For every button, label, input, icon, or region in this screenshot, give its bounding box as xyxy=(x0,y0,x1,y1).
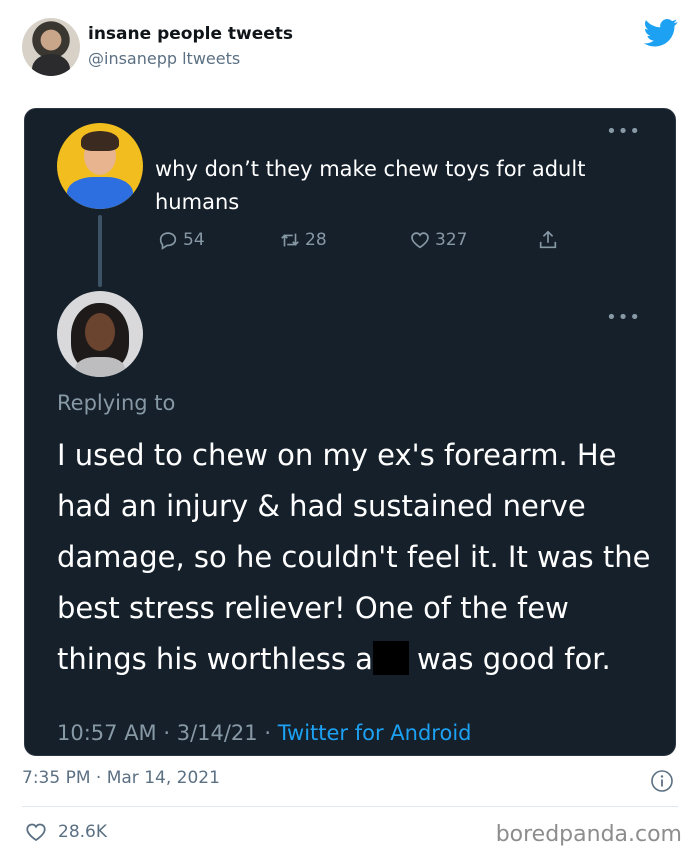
reply-button[interactable]: 54 xyxy=(157,229,205,251)
like-button[interactable]: 327 xyxy=(409,229,467,251)
replying-to-label: Replying to xyxy=(57,391,176,415)
embedded-screenshot-card: ••• why don’t they make chew toys for ad… xyxy=(24,108,676,756)
original-tweet-text: why don’t they make chew toys for adult … xyxy=(155,157,586,214)
reply-icon xyxy=(159,232,177,250)
reply-text-part-2: was good for. xyxy=(416,642,611,676)
share-button[interactable] xyxy=(537,229,559,251)
retweet-count: 28 xyxy=(305,230,327,250)
share-icon xyxy=(539,230,557,249)
divider xyxy=(22,806,678,807)
tweet-timestamp[interactable]: 7:35 PM · Mar 14, 2021 xyxy=(22,768,220,788)
like-summary[interactable]: 28.6K xyxy=(24,820,107,844)
retweet-icon xyxy=(281,233,299,247)
retweet-button[interactable]: 28 xyxy=(279,229,327,251)
heart-icon xyxy=(411,232,429,249)
original-tweet-avatar[interactable] xyxy=(57,123,143,209)
reply-text-part-1: I used to chew on my ex's forearm. He ha… xyxy=(57,438,651,676)
reply-tweet-meta: 10:57 AM · 3/14/21 · Twitter for Android xyxy=(57,721,472,745)
avatar[interactable] xyxy=(22,18,80,76)
reply-tweet-avatar[interactable] xyxy=(57,291,143,377)
censor-block xyxy=(372,641,409,675)
tweet-action-bar: 54 28 327 xyxy=(157,229,577,255)
like-count: 327 xyxy=(435,230,468,250)
twitter-bird-icon xyxy=(644,19,678,47)
account-handle[interactable]: @insanepp ltweets xyxy=(88,49,240,68)
reply-tweet-text: I used to chew on my ex's forearm. He ha… xyxy=(57,430,657,685)
reply-count: 54 xyxy=(183,230,205,250)
tweet-header: insane people tweets @insanepp ltweets xyxy=(22,16,682,80)
heart-icon xyxy=(26,823,46,842)
more-options-icon[interactable]: ••• xyxy=(606,123,641,141)
account-name[interactable]: insane people tweets xyxy=(88,24,293,44)
more-options-icon[interactable]: ••• xyxy=(606,309,641,327)
total-likes: 28.6K xyxy=(58,822,107,842)
reply-time-date: 10:57 AM · 3/14/21 · xyxy=(57,721,278,745)
thread-connector-line xyxy=(98,215,102,287)
tweet-source-link[interactable]: Twitter for Android xyxy=(278,721,472,745)
info-icon[interactable] xyxy=(650,769,674,793)
watermark: boredpanda.com xyxy=(495,822,682,847)
